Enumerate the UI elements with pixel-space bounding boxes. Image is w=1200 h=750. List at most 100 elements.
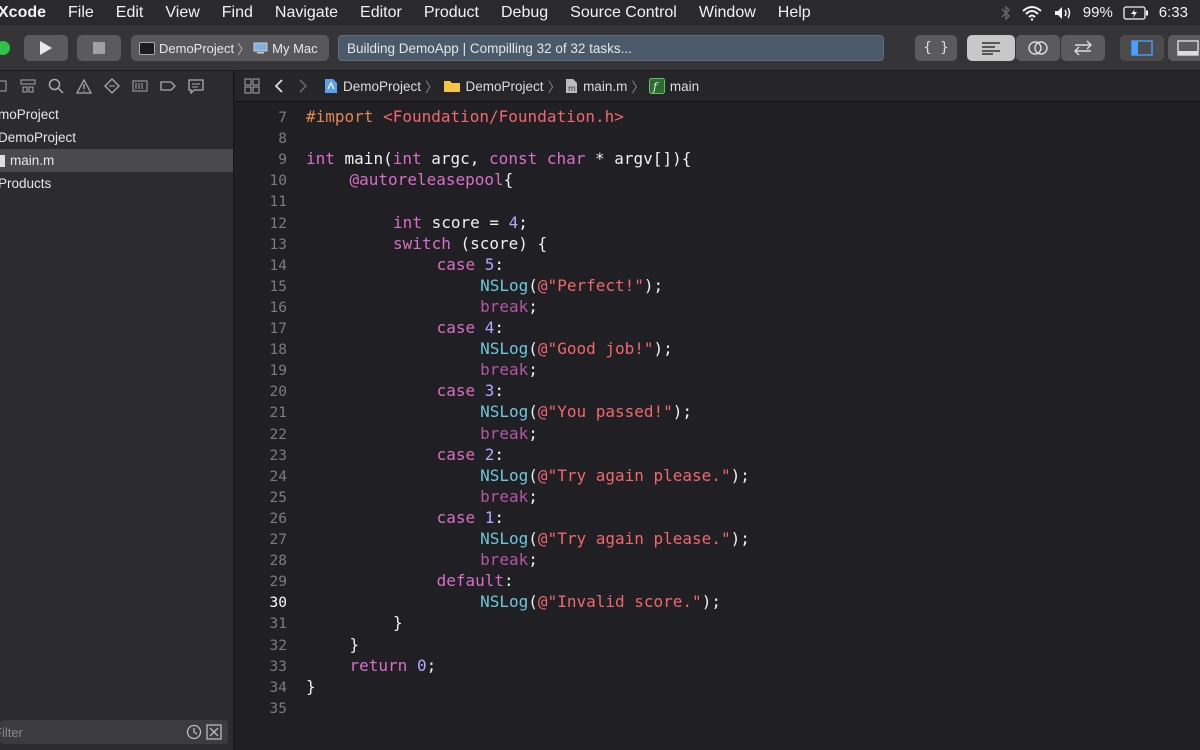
code-line[interactable]: 23 case 2:: [234, 444, 1194, 465]
code-line[interactable]: 28 break;: [234, 549, 1194, 570]
volume-icon[interactable]: [1053, 5, 1073, 21]
line-number[interactable]: 23: [234, 446, 287, 467]
bluetooth-icon[interactable]: [1001, 4, 1011, 21]
code-line[interactable]: 14 case 5:: [234, 254, 1194, 275]
test-tab-icon[interactable]: [104, 78, 120, 94]
stop-button[interactable]: [77, 35, 121, 61]
menu-find[interactable]: Find: [222, 4, 253, 22]
navigator-toggle-button[interactable]: [1120, 35, 1164, 61]
run-button[interactable]: [24, 35, 68, 61]
line-number[interactable]: 14: [234, 256, 287, 277]
code-line[interactable]: 35: [234, 697, 1194, 718]
line-number[interactable]: 9: [234, 150, 287, 171]
line-number[interactable]: 28: [234, 551, 287, 572]
code-line[interactable]: 34}: [234, 676, 1194, 697]
code-line[interactable]: 24 NSLog(@"Try again please.");: [234, 465, 1194, 486]
code-line[interactable]: 16 break;: [234, 296, 1194, 317]
navigator-filter[interactable]: Filter: [0, 720, 228, 744]
line-number[interactable]: 30: [234, 593, 287, 614]
menu-app-name[interactable]: Xcode: [0, 4, 46, 22]
line-number[interactable]: 19: [234, 361, 287, 382]
menu-view[interactable]: View: [165, 4, 199, 22]
line-number[interactable]: 13: [234, 235, 287, 256]
code-line[interactable]: 25 break;: [234, 486, 1194, 507]
menu-debug[interactable]: Debug: [501, 4, 548, 22]
wifi-icon[interactable]: [1021, 5, 1043, 21]
code-line[interactable]: 15 NSLog(@"Perfect!");: [234, 275, 1194, 296]
menu-editor[interactable]: Editor: [360, 4, 402, 22]
recent-files-icon[interactable]: [186, 724, 202, 740]
code-line[interactable]: 8: [234, 127, 1194, 148]
line-number[interactable]: 15: [234, 277, 287, 298]
code-line[interactable]: 31}: [234, 612, 1194, 633]
nav-item-products[interactable]: Products: [0, 172, 233, 195]
line-number[interactable]: 35: [234, 699, 287, 720]
code-line[interactable]: 18 NSLog(@"Good job!");: [234, 338, 1194, 359]
code-line[interactable]: 9 int main(int argc, const char * argv[])…: [234, 148, 1194, 169]
line-number[interactable]: 26: [234, 509, 287, 530]
code-line[interactable]: 33 return 0;: [234, 655, 1194, 676]
code-line[interactable]: 17 case 4:: [234, 317, 1194, 338]
line-number[interactable]: 11: [234, 192, 287, 213]
menu-source-control[interactable]: Source Control: [570, 4, 677, 22]
menu-help[interactable]: Help: [778, 4, 811, 22]
forward-button[interactable]: [298, 78, 308, 94]
window-zoom-button[interactable]: [0, 41, 10, 55]
code-line[interactable]: 22 break;: [234, 423, 1194, 444]
code-line[interactable]: 30 NSLog(@"Invalid score.");: [234, 591, 1194, 612]
clock[interactable]: 6:33: [1159, 4, 1188, 21]
code-line[interactable]: 21 NSLog(@"You passed!");: [234, 401, 1194, 422]
battery-percent[interactable]: 99%: [1083, 4, 1113, 21]
code-line[interactable]: 19 break;: [234, 359, 1194, 380]
report-tab-icon[interactable]: [188, 78, 204, 94]
debug-area-toggle-button[interactable]: [1168, 35, 1200, 61]
source-editor[interactable]: 7 #import <Foundation/Foundation.h> 8 9 int …: [234, 102, 1200, 750]
code-line[interactable]: 20 case 3:: [234, 380, 1194, 401]
menu-window[interactable]: Window: [699, 4, 756, 22]
code-line[interactable]: 27 NSLog(@"Try again please.");: [234, 528, 1194, 549]
line-number[interactable]: 8: [234, 129, 287, 150]
code-line[interactable]: 32}: [234, 634, 1194, 655]
line-number[interactable]: 7: [234, 108, 287, 129]
line-number[interactable]: 17: [234, 319, 287, 340]
line-number[interactable]: 21: [234, 403, 287, 424]
code-line[interactable]: 11: [234, 190, 1194, 211]
line-number[interactable]: 16: [234, 298, 287, 319]
filter-input[interactable]: Filter: [0, 725, 186, 740]
line-number[interactable]: 34: [234, 678, 287, 699]
line-number[interactable]: 29: [234, 572, 287, 593]
breadcrumb-project[interactable]: DemoProject: [343, 79, 421, 94]
back-button[interactable]: [274, 78, 284, 94]
menu-edit[interactable]: Edit: [116, 4, 144, 22]
version-editor-button[interactable]: [1061, 35, 1105, 61]
nav-item-project[interactable]: moProject: [0, 103, 233, 126]
line-number[interactable]: 10: [234, 171, 287, 192]
breakpoint-tab-icon[interactable]: [160, 80, 176, 92]
breadcrumb-file[interactable]: main.m: [583, 79, 627, 94]
scm-filter-icon[interactable]: [206, 724, 222, 740]
menu-product[interactable]: Product: [424, 4, 479, 22]
code-line[interactable]: 12 int score = 4;: [234, 212, 1194, 233]
line-number[interactable]: 33: [234, 657, 287, 678]
line-number[interactable]: 31: [234, 614, 287, 635]
debug-tab-icon[interactable]: [132, 79, 148, 93]
warning-tab-icon[interactable]: [76, 78, 92, 94]
line-number[interactable]: 18: [234, 340, 287, 361]
nav-item-main-m[interactable]: main.m: [0, 149, 233, 172]
breadcrumb-symbol[interactable]: main: [670, 79, 699, 94]
code-line[interactable]: 26 case 1:: [234, 507, 1194, 528]
line-number[interactable]: 27: [234, 530, 287, 551]
line-number[interactable]: 12: [234, 214, 287, 235]
menu-file[interactable]: File: [68, 4, 94, 22]
code-line[interactable]: 7 #import <Foundation/Foundation.h>: [234, 106, 1194, 127]
standard-editor-button[interactable]: [967, 35, 1015, 61]
assistant-editor-button[interactable]: [1016, 35, 1060, 61]
code-line[interactable]: 10 @autoreleasepool{: [234, 169, 1194, 190]
line-number[interactable]: 24: [234, 467, 287, 488]
nav-item-group[interactable]: DemoProject: [0, 126, 233, 149]
folder-tab-icon[interactable]: [0, 79, 8, 93]
battery-icon[interactable]: [1123, 5, 1149, 20]
line-number[interactable]: 22: [234, 425, 287, 446]
scheme-selector[interactable]: DemoProject 〉 My Mac: [131, 35, 329, 61]
code-line[interactable]: 29 default:: [234, 570, 1194, 591]
